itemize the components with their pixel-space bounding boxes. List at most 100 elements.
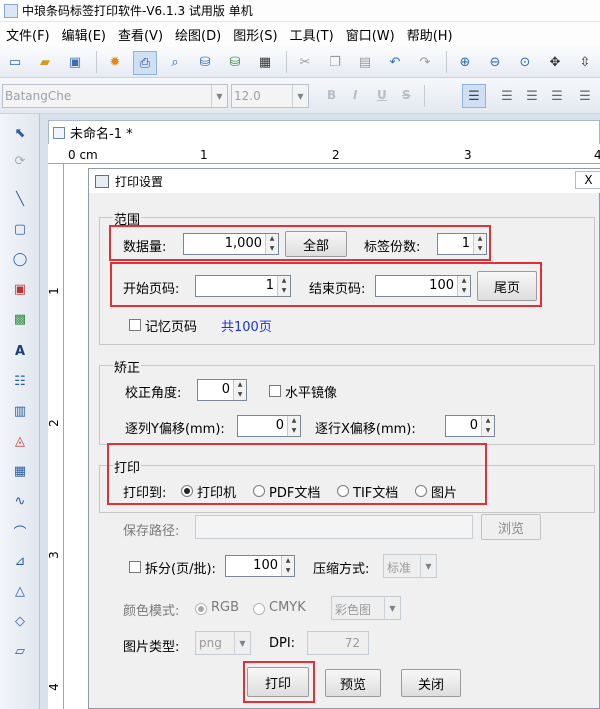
main-toolbar: ▭ ▰ ▣ ✹ ⎙ ⌕ ⛁ ⛁ ▦ ✂ ❐ ▤ ↶ ↷ ⊕ ⊖ ⊙ ✥ ⇳ bbox=[0, 46, 600, 78]
dialog-title: 打印设置 bbox=[115, 174, 164, 189]
align-right-icon[interactable]: ☰ bbox=[523, 87, 541, 105]
font-size-select[interactable]: 12.0 ▼ bbox=[231, 84, 309, 108]
grid-icon[interactable]: ▦ bbox=[256, 53, 274, 71]
dialog-titlebar: 打印设置 X bbox=[89, 169, 600, 193]
menu-edit[interactable]: 编辑(E) bbox=[56, 25, 112, 44]
save-path-input[interactable] bbox=[195, 515, 473, 539]
drawing-tools-panel: ⬉ ⟳ ╲ ▢ ◯ ▣ ▩ A ☷ ▥ ◬ ▦ ∿ ⌒ ⊿ △ ◇ ▱ bbox=[0, 114, 40, 709]
strike-button[interactable]: S bbox=[402, 88, 411, 102]
diamond-tool-icon[interactable]: ◇ bbox=[9, 610, 31, 632]
compress-select[interactable]: 标准 ▼ bbox=[383, 554, 437, 578]
color-select[interactable]: 彩色图 ▼ bbox=[331, 596, 401, 620]
printer-icon bbox=[95, 174, 109, 188]
undo-icon[interactable]: ↶ bbox=[386, 53, 404, 71]
font-name-select[interactable]: BatangChe ▼ bbox=[2, 84, 228, 108]
document-icon bbox=[53, 126, 65, 139]
toolbar-separator bbox=[286, 51, 287, 73]
highlight-print-button bbox=[243, 661, 315, 703]
redo-icon[interactable]: ↷ bbox=[416, 53, 434, 71]
cut-icon[interactable]: ✂ bbox=[296, 53, 314, 71]
text-tool-icon[interactable]: A bbox=[9, 340, 31, 362]
barcode-tool-icon[interactable]: ▥ bbox=[9, 400, 31, 422]
angle-value: 0 bbox=[221, 382, 230, 397]
save-icon[interactable]: ▣ bbox=[66, 53, 84, 71]
vertical-ruler: 1 2 3 4 bbox=[46, 164, 64, 709]
print-icon[interactable]: ⎙ bbox=[133, 51, 157, 75]
select-pointer-icon[interactable]: ⬉ bbox=[9, 122, 31, 144]
chevron-down-icon: ▼ bbox=[384, 597, 400, 619]
browse-button[interactable]: 浏览 bbox=[481, 514, 541, 540]
radio-rgb[interactable] bbox=[195, 603, 207, 615]
rotate-icon[interactable]: ⟳ bbox=[9, 150, 31, 172]
database-icon[interactable]: ⛁ bbox=[196, 53, 214, 71]
document-tab-label: 未命名-1 * bbox=[70, 127, 133, 142]
line-tool-icon[interactable]: ╲ bbox=[9, 188, 31, 210]
ruler-label: 3 bbox=[464, 148, 472, 162]
menu-help[interactable]: 帮助(H) bbox=[401, 25, 459, 44]
arrows-icon[interactable]: ⇳ bbox=[576, 53, 594, 71]
arc-tool-icon[interactable]: ⌒ bbox=[9, 520, 31, 542]
angle-label: 校正角度: bbox=[125, 386, 182, 401]
rect-tool-icon[interactable]: ▢ bbox=[9, 218, 31, 240]
spin-arrows-icon[interactable]: ▲ ▼ bbox=[287, 416, 300, 436]
new-file-icon[interactable]: ▭ bbox=[6, 53, 24, 71]
split-spinner[interactable]: 100 ▲ ▼ bbox=[225, 555, 295, 577]
image-tool-icon[interactable]: ▣ bbox=[9, 278, 31, 300]
dpi-label: DPI: bbox=[269, 636, 296, 651]
y-offset-spinner[interactable]: 0 ▲ ▼ bbox=[237, 415, 301, 437]
database-settings-icon[interactable]: ⛁ bbox=[226, 53, 244, 71]
qrcode-tool-icon[interactable]: ▦ bbox=[9, 460, 31, 482]
menu-file[interactable]: 文件(F) bbox=[0, 25, 56, 44]
open-folder-icon[interactable]: ▰ bbox=[36, 53, 54, 71]
ellipse-tool-icon[interactable]: ◯ bbox=[9, 248, 31, 270]
menu-window[interactable]: 窗口(W) bbox=[340, 25, 401, 44]
preview-button[interactable]: 预览 bbox=[325, 669, 381, 697]
underline-button[interactable]: U bbox=[377, 88, 387, 102]
italic-button[interactable]: I bbox=[353, 88, 357, 102]
angle-spinner[interactable]: 0 ▲ ▼ bbox=[197, 379, 247, 401]
close-button[interactable]: 关闭 bbox=[401, 669, 461, 697]
align-justify-icon[interactable]: ☰ bbox=[548, 87, 566, 105]
rich-text-tool-icon[interactable]: ☷ bbox=[9, 370, 31, 392]
image-type-select[interactable]: png ▼ bbox=[195, 631, 251, 655]
print-preview-icon[interactable]: ⌕ bbox=[166, 53, 184, 71]
settings-gear-icon[interactable]: ✹ bbox=[106, 53, 124, 71]
x-offset-spinner[interactable]: 0 ▲ ▼ bbox=[445, 415, 495, 437]
zoom-fit-icon[interactable]: ⊙ bbox=[516, 53, 534, 71]
polygon-tool-icon[interactable]: ⊿ bbox=[9, 550, 31, 572]
mirror-checkbox[interactable] bbox=[269, 385, 281, 397]
paste-icon[interactable]: ▤ bbox=[356, 53, 374, 71]
parallelogram-tool-icon[interactable]: ▱ bbox=[9, 640, 31, 662]
spin-arrows-icon[interactable]: ▲ ▼ bbox=[281, 556, 294, 576]
zoom-in-icon[interactable]: ⊕ bbox=[456, 53, 474, 71]
menu-draw[interactable]: 绘图(D) bbox=[169, 25, 227, 44]
bold-button[interactable]: B bbox=[327, 88, 336, 102]
picture-tool-icon[interactable]: ▩ bbox=[9, 308, 31, 330]
zoom-out-icon[interactable]: ⊖ bbox=[486, 53, 504, 71]
menu-tools[interactable]: 工具(T) bbox=[284, 25, 340, 44]
highlight-page-range bbox=[110, 262, 542, 307]
ruler-label: 2 bbox=[332, 148, 340, 162]
split-checkbox[interactable] bbox=[129, 561, 141, 573]
curve-tool-icon[interactable]: ∿ bbox=[9, 490, 31, 512]
menu-bar: 文件(F) 编辑(E) 查看(V) 绘图(D) 图形(S) 工具(T) 窗口(W… bbox=[0, 22, 600, 46]
copy-icon[interactable]: ❐ bbox=[326, 53, 344, 71]
spin-arrows-icon[interactable]: ▲ ▼ bbox=[233, 380, 246, 400]
move-icon[interactable]: ✥ bbox=[546, 53, 564, 71]
dpi-spinner[interactable]: 72 bbox=[307, 631, 369, 655]
dialog-close-button[interactable]: X bbox=[575, 171, 600, 189]
menu-shape[interactable]: 图形(S) bbox=[227, 25, 283, 44]
remember-page-checkbox[interactable] bbox=[129, 319, 141, 331]
align-center-icon[interactable]: ☰ bbox=[498, 87, 516, 105]
triangle-tool-icon[interactable]: △ bbox=[9, 580, 31, 602]
radio-cmyk[interactable] bbox=[253, 603, 265, 615]
ruler-label: 2 bbox=[46, 419, 61, 427]
spin-arrows-icon[interactable]: ▲ ▼ bbox=[481, 416, 494, 436]
logo-tool-icon[interactable]: ◬ bbox=[9, 430, 31, 452]
radio-cmyk-label: CMYK bbox=[269, 600, 306, 615]
align-left-icon[interactable]: ☰ bbox=[462, 84, 486, 108]
compress-label: 压缩方式: bbox=[313, 562, 370, 577]
align-distribute-icon[interactable]: ☰ bbox=[576, 87, 594, 105]
document-tab[interactable]: 未命名-1 * bbox=[48, 120, 600, 144]
menu-view[interactable]: 查看(V) bbox=[112, 25, 169, 44]
